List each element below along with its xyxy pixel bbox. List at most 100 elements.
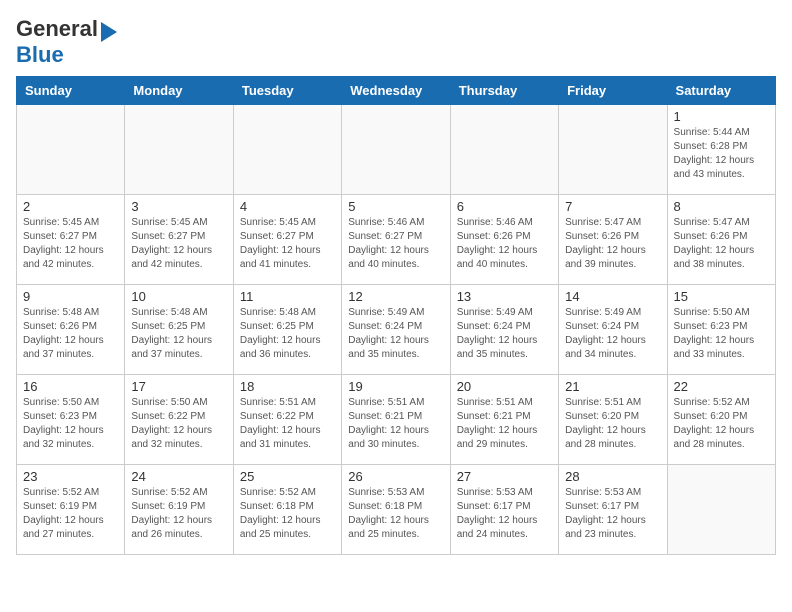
- calendar-cell: [667, 465, 775, 555]
- day-number: 21: [565, 379, 660, 394]
- day-number: 11: [240, 289, 335, 304]
- col-header-sunday: Sunday: [17, 77, 125, 105]
- day-number: 1: [674, 109, 769, 124]
- day-info: Sunrise: 5:50 AMSunset: 6:22 PMDaylight:…: [131, 396, 226, 452]
- calendar-header-row: SundayMondayTuesdayWednesdayThursdayFrid…: [17, 77, 776, 105]
- day-number: 5: [348, 199, 443, 214]
- calendar-cell: 14Sunrise: 5:49 AMSunset: 6:24 PMDayligh…: [559, 285, 667, 375]
- col-header-tuesday: Tuesday: [233, 77, 341, 105]
- calendar-cell: 16 Sunrise: 5:50 AMSunset: 6:23 PMDayligh…: [17, 375, 125, 465]
- day-info: Sunrise: 5:51 AMSunset: 6:20 PMDaylight:…: [565, 396, 660, 452]
- day-number: 6: [457, 199, 552, 214]
- day-info: Sunrise: 5:53 AMSunset: 6:17 PMDaylight:…: [565, 486, 660, 542]
- calendar-cell: 20 Sunrise: 5:51 AMSunset: 6:21 PMDayligh…: [450, 375, 558, 465]
- day-number: 10: [131, 289, 226, 304]
- calendar-table: SundayMondayTuesdayWednesdayThursdayFrid…: [16, 76, 776, 555]
- calendar-cell: [559, 105, 667, 195]
- day-info: Sunrise: 5:50 AMSunset: 6:23 PMDaylight:…: [23, 396, 118, 452]
- day-info: Sunrise: 5:45 AMSunset: 6:27 PMDaylight:…: [240, 216, 335, 272]
- day-info: Sunrise: 5:46 AMSunset: 6:26 PMDaylight:…: [457, 216, 552, 272]
- day-number: 27: [457, 469, 552, 484]
- calendar-cell: 24 Sunrise: 5:52 AMSunset: 6:19 PMDayligh…: [125, 465, 233, 555]
- day-info: Sunrise: 5:50 AMSunset: 6:23 PMDaylight:…: [674, 306, 769, 362]
- day-info: Sunrise: 5:48 AMSunset: 6:26 PMDaylight:…: [23, 306, 118, 362]
- calendar-cell: 7 Sunrise: 5:47 AMSunset: 6:26 PMDaylight…: [559, 195, 667, 285]
- day-info: Sunrise: 5:51 AMSunset: 6:22 PMDaylight:…: [240, 396, 335, 452]
- calendar-cell: 5 Sunrise: 5:46 AMSunset: 6:27 PMDaylight…: [342, 195, 450, 285]
- calendar-cell: 25 Sunrise: 5:52 AMSunset: 6:18 PMDayligh…: [233, 465, 341, 555]
- day-number: 15: [674, 289, 769, 304]
- calendar-cell: 18 Sunrise: 5:51 AMSunset: 6:22 PMDayligh…: [233, 375, 341, 465]
- calendar-cell: 4 Sunrise: 5:45 AMSunset: 6:27 PMDaylight…: [233, 195, 341, 285]
- calendar-cell: 26 Sunrise: 5:53 AMSunset: 6:18 PMDayligh…: [342, 465, 450, 555]
- logo-general-text: General: [16, 16, 98, 41]
- day-number: 19: [348, 379, 443, 394]
- day-info: Sunrise: 5:45 AMSunset: 6:27 PMDaylight:…: [23, 216, 118, 272]
- calendar-cell: 1 Sunrise: 5:44 AMSunset: 6:28 PMDaylight…: [667, 105, 775, 195]
- logo: General Blue: [16, 16, 117, 68]
- day-number: 26: [348, 469, 443, 484]
- calendar-cell: 10 Sunrise: 5:48 AMSunset: 6:25 PMDayligh…: [125, 285, 233, 375]
- calendar-cell: [342, 105, 450, 195]
- day-info: Sunrise: 5:47 AMSunset: 6:26 PMDaylight:…: [674, 216, 769, 272]
- day-info: Sunrise: 5:49 AMSunset: 6:24 PMDaylight:…: [457, 306, 552, 362]
- day-info: Sunrise: 5:49 AMSunset: 6:24 PMDaylight:…: [565, 306, 660, 362]
- calendar-week-row: 16 Sunrise: 5:50 AMSunset: 6:23 PMDayligh…: [17, 375, 776, 465]
- calendar-cell: 12 Sunrise: 5:49 AMSunset: 6:24 PMDayligh…: [342, 285, 450, 375]
- day-number: 7: [565, 199, 660, 214]
- calendar-cell: [17, 105, 125, 195]
- col-header-friday: Friday: [559, 77, 667, 105]
- calendar-cell: 2 Sunrise: 5:45 AMSunset: 6:27 PMDaylight…: [17, 195, 125, 285]
- day-info: Sunrise: 5:46 AMSunset: 6:27 PMDaylight:…: [348, 216, 443, 272]
- calendar-week-row: 9 Sunrise: 5:48 AMSunset: 6:26 PMDaylight…: [17, 285, 776, 375]
- day-number: 4: [240, 199, 335, 214]
- calendar-cell: 11 Sunrise: 5:48 AMSunset: 6:25 PMDayligh…: [233, 285, 341, 375]
- day-info: Sunrise: 5:44 AMSunset: 6:28 PMDaylight:…: [674, 126, 769, 182]
- logo-blue-text: Blue: [16, 42, 64, 67]
- day-info: Sunrise: 5:47 AMSunset: 6:26 PMDaylight:…: [565, 216, 660, 272]
- day-info: Sunrise: 5:52 AMSunset: 6:19 PMDaylight:…: [131, 486, 226, 542]
- day-number: 12: [348, 289, 443, 304]
- page-header: General Blue: [16, 16, 776, 68]
- day-number: 3: [131, 199, 226, 214]
- calendar-cell: 22Sunrise: 5:52 AMSunset: 6:20 PMDayligh…: [667, 375, 775, 465]
- day-info: Sunrise: 5:48 AMSunset: 6:25 PMDaylight:…: [131, 306, 226, 362]
- col-header-monday: Monday: [125, 77, 233, 105]
- day-number: 25: [240, 469, 335, 484]
- day-number: 23: [23, 469, 118, 484]
- day-number: 22: [674, 379, 769, 394]
- calendar-cell: 3 Sunrise: 5:45 AMSunset: 6:27 PMDaylight…: [125, 195, 233, 285]
- calendar-cell: 19 Sunrise: 5:51 AMSunset: 6:21 PMDayligh…: [342, 375, 450, 465]
- day-info: Sunrise: 5:51 AMSunset: 6:21 PMDaylight:…: [457, 396, 552, 452]
- day-number: 9: [23, 289, 118, 304]
- calendar-week-row: 2 Sunrise: 5:45 AMSunset: 6:27 PMDaylight…: [17, 195, 776, 285]
- day-number: 28: [565, 469, 660, 484]
- day-info: Sunrise: 5:45 AMSunset: 6:27 PMDaylight:…: [131, 216, 226, 272]
- calendar-cell: 27 Sunrise: 5:53 AMSunset: 6:17 PMDayligh…: [450, 465, 558, 555]
- day-info: Sunrise: 5:52 AMSunset: 6:18 PMDaylight:…: [240, 486, 335, 542]
- col-header-wednesday: Wednesday: [342, 77, 450, 105]
- calendar-cell: 23 Sunrise: 5:52 AMSunset: 6:19 PMDayligh…: [17, 465, 125, 555]
- calendar-cell: [450, 105, 558, 195]
- day-number: 8: [674, 199, 769, 214]
- day-number: 17: [131, 379, 226, 394]
- calendar-week-row: 1 Sunrise: 5:44 AMSunset: 6:28 PMDaylight…: [17, 105, 776, 195]
- day-info: Sunrise: 5:53 AMSunset: 6:17 PMDaylight:…: [457, 486, 552, 542]
- calendar-cell: 8 Sunrise: 5:47 AMSunset: 6:26 PMDaylight…: [667, 195, 775, 285]
- day-number: 16: [23, 379, 118, 394]
- calendar-cell: 13Sunrise: 5:49 AMSunset: 6:24 PMDayligh…: [450, 285, 558, 375]
- day-number: 18: [240, 379, 335, 394]
- day-info: Sunrise: 5:53 AMSunset: 6:18 PMDaylight:…: [348, 486, 443, 542]
- calendar-cell: 9 Sunrise: 5:48 AMSunset: 6:26 PMDaylight…: [17, 285, 125, 375]
- calendar-cell: [233, 105, 341, 195]
- col-header-saturday: Saturday: [667, 77, 775, 105]
- day-info: Sunrise: 5:49 AMSunset: 6:24 PMDaylight:…: [348, 306, 443, 362]
- day-info: Sunrise: 5:51 AMSunset: 6:21 PMDaylight:…: [348, 396, 443, 452]
- calendar-cell: [125, 105, 233, 195]
- day-info: Sunrise: 5:52 AMSunset: 6:19 PMDaylight:…: [23, 486, 118, 542]
- day-number: 24: [131, 469, 226, 484]
- day-number: 2: [23, 199, 118, 214]
- day-number: 20: [457, 379, 552, 394]
- calendar-cell: 15 Sunrise: 5:50 AMSunset: 6:23 PMDayligh…: [667, 285, 775, 375]
- day-info: Sunrise: 5:48 AMSunset: 6:25 PMDaylight:…: [240, 306, 335, 362]
